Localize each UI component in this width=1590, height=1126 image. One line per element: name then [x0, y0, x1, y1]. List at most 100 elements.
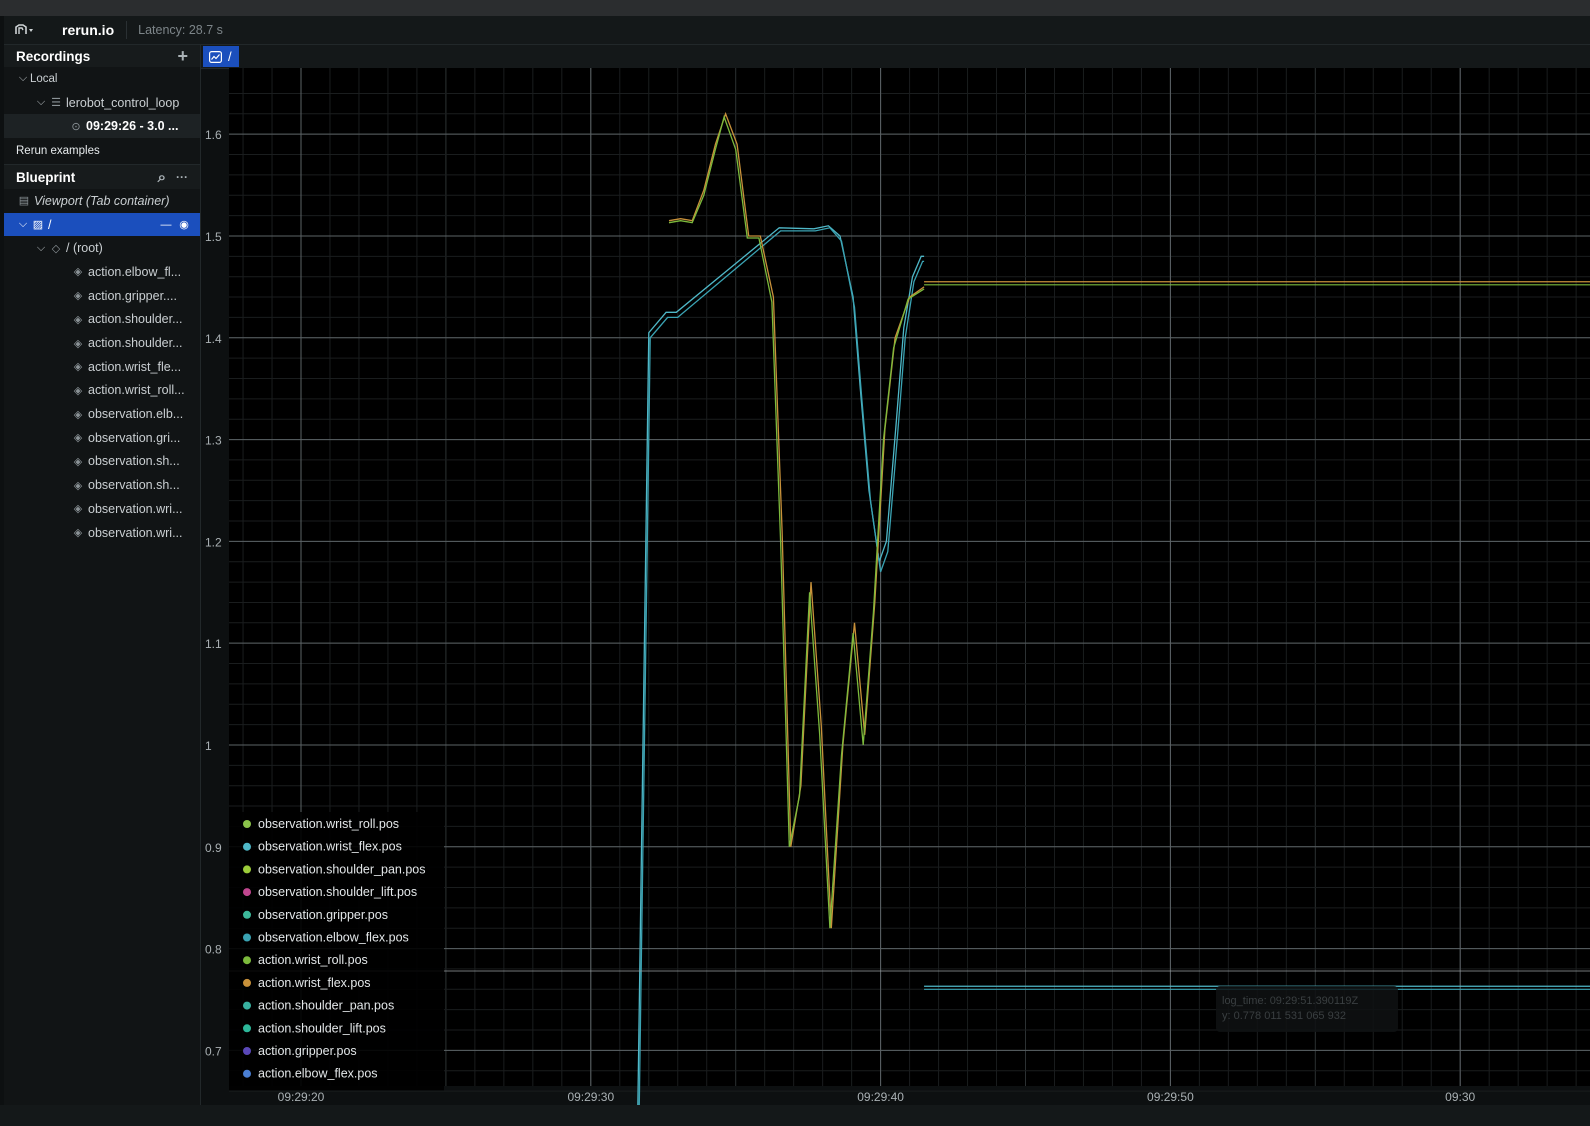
y-tick-label: 1.3 [205, 434, 222, 448]
y-tick-label: 1.4 [205, 332, 222, 346]
entity-item[interactable]: ◈ observation.gri... [4, 426, 200, 450]
tab-root-view[interactable]: / [203, 46, 239, 67]
x-tick-label: 09:29:20 [278, 1090, 325, 1104]
entity-icon: ◈ [73, 313, 83, 326]
legend-entry[interactable]: observation.gripper.pos [258, 908, 388, 922]
timeseries-plot[interactable]: 0.7 0.8 0.9 1 1.1 1.2 1.3 1.4 1.5 1.6 09:29:20 09:2… [201, 68, 1590, 1126]
tab-container-icon: ▤ [18, 195, 30, 208]
legend-swatch[interactable] [243, 933, 251, 942]
legend-swatch[interactable] [243, 865, 251, 874]
legend-entry[interactable]: observation.wrist_roll.pos [258, 817, 399, 831]
rerun-examples-link[interactable]: Rerun examples [4, 138, 200, 166]
hover-tooltip [1216, 986, 1398, 1032]
app-id-item[interactable]: ⌵ ☰ lerobot_control_loop [4, 91, 200, 115]
bottom-bar [0, 1105, 1590, 1126]
entity-list: ◈ action.elbow_fl... ◈ action.gripper.... ◈ a… [4, 260, 200, 544]
top-bar: rerun.io Latency: 28.7 s [4, 16, 1590, 45]
add-icon[interactable]: + [177, 47, 188, 65]
chevron-down-icon[interactable]: ⌵ [16, 72, 30, 85]
legend-entry[interactable]: action.shoulder_lift.pos [258, 1021, 386, 1035]
entity-icon: ◈ [73, 408, 83, 421]
legend-swatch[interactable] [243, 1001, 251, 1010]
more-icon[interactable]: ··· [176, 171, 188, 183]
y-tick-label: 0.7 [205, 1044, 222, 1058]
latency-label: Latency: 28.7 s [138, 23, 223, 37]
eye-icon[interactable]: ◉ [176, 218, 192, 231]
root-entity[interactable]: ⌵ ◇ / (root) [4, 236, 200, 260]
legend-swatch[interactable] [243, 820, 251, 828]
entity-icon: ◈ [73, 479, 83, 492]
recordings-header: Recordings + [4, 45, 200, 67]
entity-icon: ◈ [73, 337, 83, 350]
legend-swatch[interactable] [243, 888, 251, 897]
blueprint-title: Blueprint [16, 169, 76, 185]
legend-swatch[interactable] [243, 842, 251, 851]
legend-entry[interactable]: observation.wrist_flex.pos [258, 840, 402, 854]
entity-icon: ◈ [73, 361, 83, 374]
entity-item[interactable]: ◈ observation.sh... [4, 473, 200, 497]
rerun-logo-icon [15, 24, 33, 34]
recordings-title: Recordings [16, 48, 91, 64]
legend-entry[interactable]: action.wrist_flex.pos [258, 976, 371, 990]
chevron-down-icon[interactable]: ⌵ [34, 242, 48, 255]
legend-swatch[interactable] [243, 1024, 251, 1033]
y-tick-label: 1.5 [205, 230, 222, 244]
left-panel: Recordings + ⌵ Local ⌵ ☰ lerobot_control… [4, 45, 201, 1105]
entity-item[interactable]: ◈ action.shoulder... [4, 331, 200, 355]
legend-entry[interactable]: action.wrist_roll.pos [258, 953, 368, 967]
entity-item[interactable]: ◈ action.gripper.... [4, 284, 200, 308]
entity-item[interactable]: ◈ observation.sh... [4, 450, 200, 474]
view-item-root[interactable]: ⌵ ▨ / — ◉ [4, 212, 200, 237]
y-tick-label: 1.2 [205, 535, 222, 549]
entity-icon: ◈ [73, 527, 83, 540]
y-tick-label: 0.9 [205, 841, 222, 855]
legend-swatch[interactable] [243, 1047, 251, 1055]
viewport-item[interactable]: ▤ Viewport (Tab container) [4, 189, 200, 213]
timeseries-view-icon [209, 50, 222, 63]
legend-swatch[interactable] [243, 1069, 251, 1078]
entity-item[interactable]: ◈ action.wrist_fle... [4, 355, 200, 379]
divider [126, 21, 128, 39]
chevron-down-icon[interactable]: ⌵ [34, 96, 48, 109]
search-icon[interactable]: ⌕ [158, 170, 166, 185]
minus-icon[interactable]: — [158, 219, 174, 231]
entity-group-icon: ◇ [51, 242, 61, 255]
entity-icon: ◈ [73, 290, 83, 303]
tab-bar: / [201, 45, 1590, 69]
entity-icon: ◈ [73, 266, 83, 279]
blueprint-header: Blueprint ⌕ ··· [4, 165, 200, 190]
y-tick-label: 1.6 [205, 128, 222, 142]
entity-icon: ◈ [73, 503, 83, 516]
rerun-menu-button[interactable] [14, 23, 40, 37]
legend-entry[interactable]: observation.elbow_flex.pos [258, 931, 409, 945]
recording-icon: ⊙ [71, 120, 81, 133]
entity-icon: ◈ [73, 455, 83, 468]
legend-entry[interactable]: action.elbow_flex.pos [258, 1067, 378, 1081]
chevron-down-icon[interactable]: ⌵ [16, 218, 30, 231]
window-title-bar [0, 0, 1590, 16]
legend-entry[interactable]: observation.shoulder_pan.pos [258, 862, 425, 876]
y-tick-label: 1 [205, 739, 212, 753]
y-tick-label: 1.1 [205, 637, 222, 651]
legend-swatch[interactable] [243, 910, 251, 919]
entity-item[interactable]: ◈ observation.wri... [4, 497, 200, 521]
legend-swatch[interactable] [243, 956, 251, 965]
timeseries-view-icon: ▨ [32, 219, 44, 232]
hover-value: y: 0.778 011 531 065 932 [1222, 1010, 1346, 1022]
timeseries-chart[interactable]: 0.7 0.8 0.9 1 1.1 1.2 1.3 1.4 1.5 1.6 09:29:20 09:2… [201, 68, 1590, 1126]
entity-item[interactable]: ◈ action.wrist_roll... [4, 379, 200, 403]
legend-entry[interactable]: action.shoulder_pan.pos [258, 999, 394, 1013]
legend-entry[interactable]: observation.shoulder_lift.pos [258, 885, 417, 899]
legend-entry[interactable]: action.gripper.pos [258, 1044, 357, 1058]
x-tick-label: 09:29:40 [857, 1090, 904, 1104]
app-name: rerun.io [62, 22, 115, 38]
legend-swatch[interactable] [243, 978, 251, 987]
entity-item[interactable]: ◈ observation.elb... [4, 402, 200, 426]
recording-source-local[interactable]: ⌵ Local [4, 67, 200, 91]
hover-time: log_time: 09:29:51.390119Z [1222, 995, 1358, 1007]
recording-item[interactable]: ⊙ 09:29:26 - 3.0 ... [4, 114, 200, 139]
entity-item[interactable]: ◈ observation.wri... [4, 521, 200, 545]
x-tick-label: 09:29:30 [567, 1090, 614, 1104]
entity-item[interactable]: ◈ action.shoulder... [4, 308, 200, 332]
entity-item[interactable]: ◈ action.elbow_fl... [4, 260, 200, 284]
